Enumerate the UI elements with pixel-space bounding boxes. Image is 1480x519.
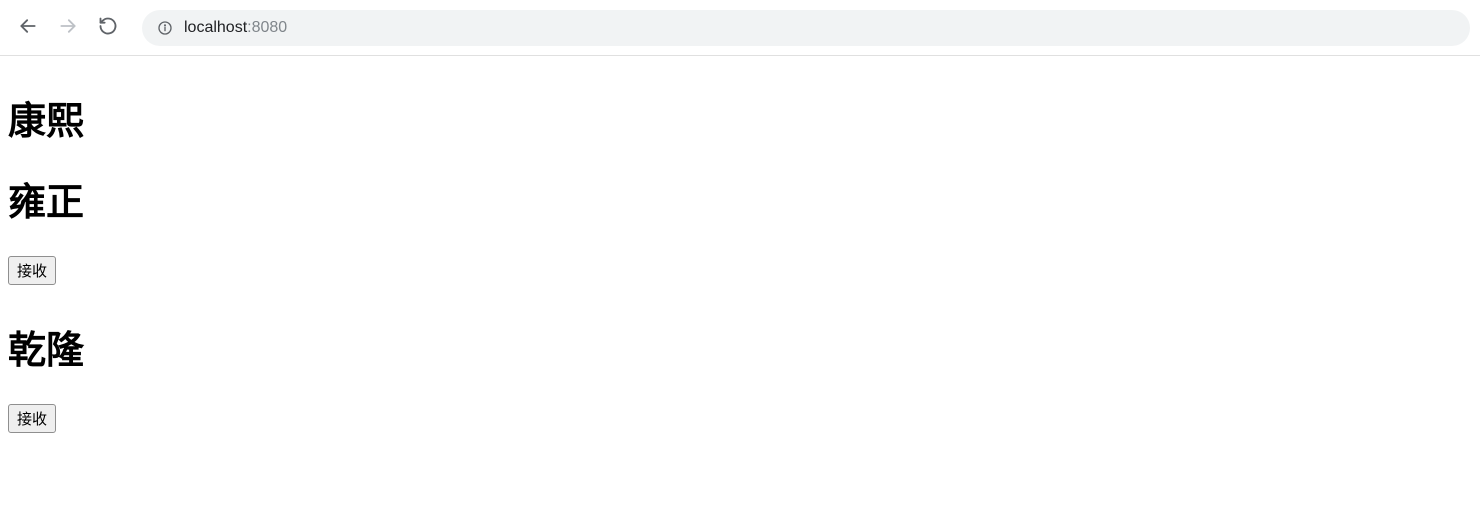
arrow-right-icon	[58, 16, 78, 39]
heading-3: 乾隆	[8, 319, 1472, 374]
page-content: 康熙 雍正 接收 乾隆 接收	[0, 56, 1480, 449]
reload-icon	[98, 16, 118, 39]
url-host: localhost	[184, 19, 247, 36]
arrow-left-icon	[18, 16, 38, 39]
reload-button[interactable]	[90, 10, 126, 46]
accept-button-1[interactable]: 接收	[8, 256, 56, 285]
heading-1: 康熙	[8, 90, 1472, 145]
accept-button-2[interactable]: 接收	[8, 404, 56, 433]
url-port: :8080	[247, 19, 287, 36]
heading-2: 雍正	[8, 171, 1472, 226]
url-text: localhost:8080	[184, 19, 287, 37]
back-button[interactable]	[10, 10, 46, 46]
forward-button[interactable]	[50, 10, 86, 46]
address-bar[interactable]: localhost:8080	[142, 10, 1470, 46]
info-icon[interactable]	[156, 19, 174, 37]
browser-toolbar: localhost:8080	[0, 0, 1480, 56]
